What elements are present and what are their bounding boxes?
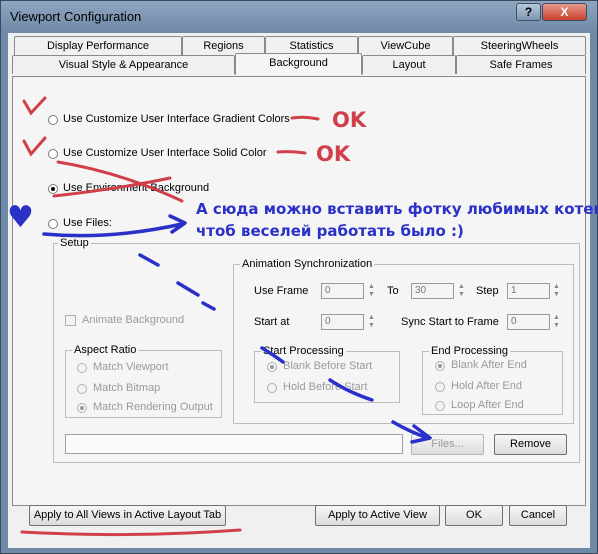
annotation-note-line-1: А сюда можно вставить фотку любимых коте… — [196, 200, 598, 218]
match-rendering-label: Match Rendering Output — [93, 401, 213, 413]
apply-active-view-button[interactable]: Apply to Active View — [315, 505, 440, 526]
sync-start-label: Sync Start to Frame — [401, 316, 499, 328]
radio-gradient-colors[interactable] — [48, 115, 58, 125]
annotation-note-line-2: чтоб веселей работать было :) — [196, 222, 464, 240]
radio-match-viewport[interactable] — [77, 363, 87, 373]
background-panel: Use Customize User Interface Gradient Co… — [12, 76, 586, 506]
animate-background-checkbox[interactable] — [65, 315, 76, 326]
to-spinner[interactable]: 30 — [411, 283, 454, 299]
radio-match-bitmap[interactable] — [77, 384, 87, 394]
animation-sync-group: Animation Synchronization Use Frame 0 ▲ ▼… — [233, 258, 574, 424]
file-path-field[interactable] — [65, 434, 403, 454]
radio-hold-before-start[interactable] — [267, 383, 277, 393]
to-label: To — [387, 285, 399, 297]
animate-background-label: Animate Background — [82, 314, 185, 326]
radio-blank-before-start[interactable] — [267, 362, 277, 372]
animation-sync-title: Animation Synchronization — [240, 258, 375, 270]
window-title: Viewport Configuration — [10, 9, 142, 24]
step-arrows[interactable]: ▲ ▼ — [552, 283, 561, 299]
remove-button[interactable]: Remove — [494, 434, 567, 455]
tab-safe-frames[interactable]: Safe Frames — [456, 55, 586, 74]
aspect-ratio-group: Aspect Ratio Match Viewport Match Bitmap… — [65, 344, 222, 418]
radio-blank-after-end[interactable] — [435, 361, 445, 371]
ok-button[interactable]: OK — [445, 505, 503, 526]
match-bitmap-label: Match Bitmap — [93, 382, 161, 394]
annotation-ok-2: OK — [316, 142, 351, 166]
end-processing-title: End Processing — [429, 345, 511, 357]
files-button[interactable]: Files... — [411, 434, 484, 455]
step-label: Step — [476, 285, 499, 297]
radio-use-files[interactable] — [48, 219, 58, 229]
annotation-ok-1: OK — [332, 108, 367, 132]
sync-start-arrows[interactable]: ▲ ▼ — [552, 314, 561, 330]
dialog-client: Display Performance Regions Statistics V… — [8, 33, 590, 548]
tab-steeringwheels[interactable]: SteeringWheels — [453, 36, 586, 55]
tab-viewcube[interactable]: ViewCube — [358, 36, 453, 55]
to-arrows[interactable]: ▲ ▼ — [457, 283, 466, 299]
hold-after-end-label: Hold After End — [451, 380, 522, 392]
start-at-label: Start at — [254, 316, 290, 328]
use-frame-spinner[interactable]: 0 — [321, 283, 364, 299]
title-bar[interactable]: Viewport Configuration ? X — [1, 1, 597, 33]
use-frame-label: Use Frame — [254, 285, 309, 297]
option-gradient-label[interactable]: Use Customize User Interface Gradient Co… — [63, 113, 290, 125]
radio-environment-background[interactable] — [48, 184, 58, 194]
close-button[interactable]: X — [542, 3, 587, 21]
viewport-configuration-window: Viewport Configuration ? X Display Perfo… — [0, 0, 598, 554]
tab-layout[interactable]: Layout — [362, 55, 456, 74]
loop-after-end-label: Loop After End — [451, 399, 524, 411]
option-files-label[interactable]: Use Files: — [63, 217, 112, 229]
start-processing-group: Start Processing Blank Before Start Hold… — [254, 345, 400, 403]
blank-before-start-label: Blank Before Start — [283, 360, 373, 372]
hold-before-start-label: Hold Before Start — [283, 381, 368, 393]
step-spinner[interactable]: 1 — [507, 283, 550, 299]
start-at-arrows[interactable]: ▲ ▼ — [367, 314, 376, 330]
end-processing-group: End Processing Blank After End Hold Afte… — [422, 345, 563, 415]
use-frame-arrows[interactable]: ▲ ▼ — [367, 283, 376, 299]
blank-after-end-label: Blank After End — [451, 359, 527, 371]
help-button[interactable]: ? — [516, 3, 541, 21]
tab-display-performance[interactable]: Display Performance — [14, 36, 182, 55]
aspect-ratio-title: Aspect Ratio — [72, 344, 139, 356]
option-environment-label[interactable]: Use Environment Background — [63, 182, 209, 194]
radio-hold-after-end[interactable] — [435, 382, 445, 392]
tab-visual-style[interactable]: Visual Style & Appearance — [12, 55, 235, 74]
setup-title: Setup — [58, 237, 91, 249]
radio-solid-color[interactable] — [48, 149, 58, 159]
apply-all-views-button[interactable]: Apply to All Views in Active Layout Tab — [29, 505, 226, 526]
tab-background[interactable]: Background — [235, 53, 362, 75]
setup-group: Setup Animate Background Aspect Ratio Ma… — [53, 237, 580, 463]
heart-doodle: ♥ — [7, 200, 34, 235]
start-processing-title: Start Processing — [261, 345, 346, 357]
match-viewport-label: Match Viewport — [93, 361, 169, 373]
radio-loop-after-end[interactable] — [435, 401, 445, 411]
cancel-button[interactable]: Cancel — [509, 505, 567, 526]
radio-match-rendering-output[interactable] — [77, 403, 87, 413]
sync-start-spinner[interactable]: 0 — [507, 314, 550, 330]
start-at-spinner[interactable]: 0 — [321, 314, 364, 330]
option-solid-label[interactable]: Use Customize User Interface Solid Color — [63, 147, 267, 159]
